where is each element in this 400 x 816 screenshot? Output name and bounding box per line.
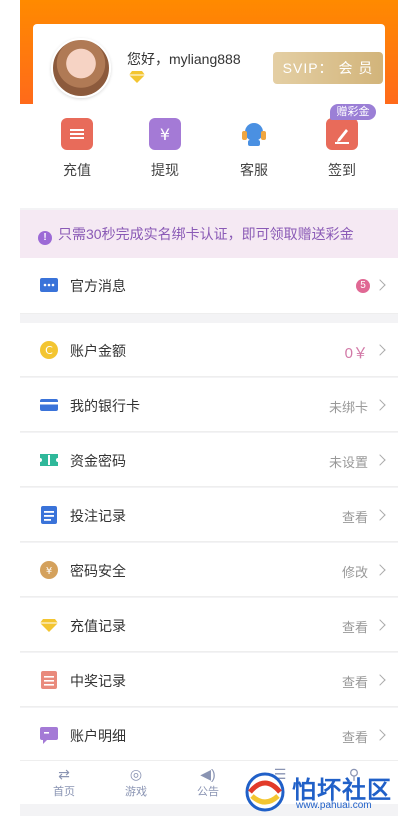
ball-icon: ◎ <box>129 766 143 782</box>
chevron-right-icon <box>374 564 386 576</box>
tab-games[interactable]: ◎ 游戏 <box>106 765 166 799</box>
member-center-page: 您好，myliang888 SVIP： 会 员 充值 ¥ 提现 客服 签到 赠彩… <box>20 0 398 816</box>
unread-count-badge: 5 <box>356 279 370 293</box>
chevron-right-icon <box>374 279 386 291</box>
menu-label: 账户明细 <box>70 728 126 744</box>
quick-withdraw[interactable]: ¥ 提现 <box>130 118 200 180</box>
quick-label: 提现 <box>151 162 179 178</box>
notice-text: 只需30秒完成实名绑卡认证，即可领取赠送彩金 <box>58 226 354 242</box>
quick-recharge[interactable]: 充值 <box>42 118 112 180</box>
chevron-right-icon <box>374 509 386 521</box>
svg-text:C: C <box>45 344 53 357</box>
yen-coin-icon: ¥ <box>40 561 58 579</box>
menu-label: 账户金额 <box>70 343 126 359</box>
tab-announcements[interactable]: ◀) 公告 <box>178 765 238 799</box>
speaker-icon: ◀) <box>200 766 216 782</box>
gift-badge: 赠彩金 <box>330 104 376 120</box>
chevron-right-icon <box>374 619 386 631</box>
tab-home[interactable]: ⇄ 首页 <box>34 765 94 799</box>
headset-icon <box>238 118 270 150</box>
chat-icon <box>40 727 58 744</box>
menu-value: 查看 <box>341 620 368 635</box>
list-icon <box>41 671 57 689</box>
svg-text:¥: ¥ <box>46 566 52 577</box>
menu-value: 修改 <box>341 565 368 580</box>
watermark-url: www.pahuai.com <box>296 800 372 811</box>
menu-row-account-details[interactable]: 账户明细 查看 <box>20 708 398 762</box>
yen-card-icon: ¥ <box>149 118 181 150</box>
menu-label: 资金密码 <box>70 453 126 469</box>
quick-label: 充值 <box>63 162 91 178</box>
quick-checkin[interactable]: 签到 <box>307 118 377 180</box>
menu-row-password-security[interactable]: ¥ 密码安全 修改 <box>20 543 398 597</box>
menu-row-bet-records[interactable]: 投注记录 查看 <box>20 488 398 542</box>
menu-label: 我的银行卡 <box>70 398 140 414</box>
menu-value: 未绑卡 <box>328 400 368 415</box>
shuffle-icon: ⇄ <box>58 766 70 782</box>
svip-button[interactable]: SVIP： 会 员 <box>273 52 383 84</box>
ticket-icon <box>61 118 93 150</box>
menu-label: 中奖记录 <box>70 673 126 689</box>
menu-label: 投注记录 <box>70 508 126 524</box>
quick-label: 签到 <box>328 162 356 178</box>
menu-row-bank-card[interactable]: 我的银行卡 未绑卡 <box>20 378 398 432</box>
diamond-icon <box>40 619 58 632</box>
watermark: 怕坏社区 www.pahuai.com <box>240 768 400 816</box>
menu-value: 未设置 <box>328 455 368 470</box>
official-messages-row[interactable]: 官方消息 5 <box>20 258 398 314</box>
coin-icon: C <box>40 341 58 359</box>
greeting-text: 您好，myliang888 <box>127 51 241 67</box>
document-icon <box>41 506 57 524</box>
message-icon <box>40 278 58 292</box>
menu-label: 充值记录 <box>70 618 126 634</box>
chevron-right-icon <box>374 729 386 741</box>
chevron-right-icon <box>374 399 386 411</box>
menu-value: 查看 <box>341 730 368 745</box>
pen-note-icon <box>326 118 358 150</box>
profile-card: 您好，myliang888 SVIP： 会 员 <box>33 24 385 104</box>
chevron-right-icon <box>374 454 386 466</box>
messages-label: 官方消息 <box>70 278 126 294</box>
menu-label: 密码安全 <box>70 563 126 579</box>
menu-row-balance[interactable]: C 账户金额 0￥ <box>20 323 398 377</box>
menu-row-fund-password[interactable]: 资金密码 未设置 <box>20 433 398 487</box>
menu-row-recharge-records[interactable]: 充值记录 查看 <box>20 598 398 652</box>
tab-label: 游戏 <box>125 786 147 798</box>
quick-label: 客服 <box>240 162 268 178</box>
menu-row-prize-records[interactable]: 中奖记录 查看 <box>20 653 398 707</box>
quick-service[interactable]: 客服 <box>219 118 289 180</box>
watermark-logo-icon <box>245 772 285 812</box>
bank-card-icon <box>40 399 58 411</box>
avatar[interactable] <box>51 38 111 98</box>
tab-label: 公告 <box>197 786 219 798</box>
tab-label: 首页 <box>53 786 75 798</box>
chevron-right-icon <box>374 344 386 356</box>
balance-value: 0￥ <box>344 345 368 362</box>
svg-text:¥: ¥ <box>160 125 170 144</box>
ticket-icon <box>40 454 58 466</box>
vip-diamond-icon <box>129 71 145 83</box>
menu-value: 查看 <box>341 510 368 525</box>
info-icon: ! <box>38 231 52 245</box>
chevron-right-icon <box>374 674 386 686</box>
verification-notice[interactable]: ! 只需30秒完成实名绑卡认证，即可领取赠送彩金 <box>20 210 398 258</box>
menu-value: 查看 <box>341 675 368 690</box>
